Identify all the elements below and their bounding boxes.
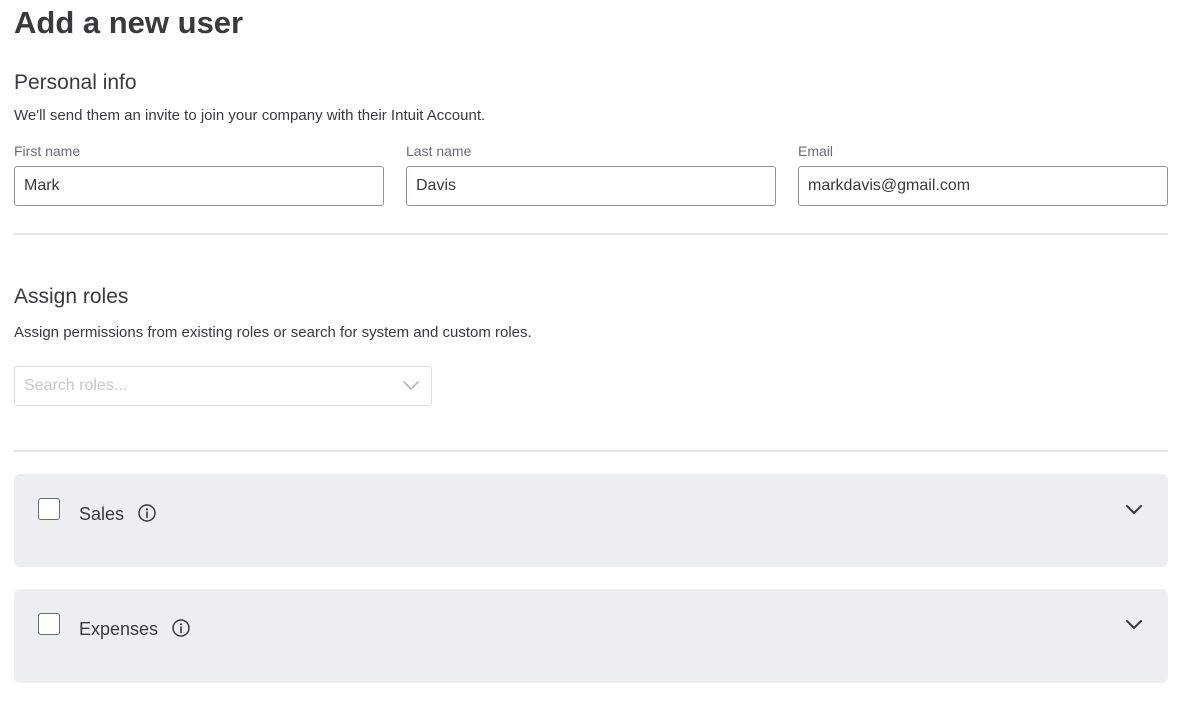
search-roles-combobox — [14, 366, 432, 406]
assign-roles-title: Assign roles — [14, 285, 129, 308]
last-name-field-group: Last name — [406, 142, 776, 206]
email-field-group: Email — [798, 142, 1168, 206]
personal-info-description: We'll send them an invite to join your c… — [14, 107, 486, 124]
personal-info-title: Personal info — [14, 71, 137, 94]
chevron-down-icon[interactable] — [402, 378, 420, 394]
name-email-row: First name Last name Email — [14, 142, 1168, 206]
assign-roles-description: Assign permissions from existing roles o… — [14, 324, 532, 341]
first-name-field-group: First name — [14, 142, 384, 206]
role-label: Sales — [79, 504, 125, 524]
expenses-checkbox[interactable] — [38, 613, 60, 635]
personal-info-section: Personal info We'll send them an invite … — [14, 70, 1168, 206]
last-name-label: Last name — [406, 143, 472, 159]
role-name-sales: Sales — [79, 503, 157, 525]
section-divider — [14, 233, 1168, 235]
role-card-sales: Sales — [14, 474, 1168, 567]
role-name-expenses: Expenses — [79, 618, 191, 640]
last-name-input[interactable] — [406, 166, 776, 206]
email-label: Email — [798, 143, 834, 159]
info-icon[interactable] — [171, 618, 191, 638]
email-input[interactable] — [798, 166, 1168, 206]
first-name-input[interactable] — [14, 166, 384, 206]
section-divider — [14, 450, 1168, 452]
info-icon[interactable] — [137, 503, 157, 523]
sales-checkbox[interactable] — [38, 498, 60, 520]
chevron-down-icon[interactable] — [1124, 502, 1144, 518]
role-label: Expenses — [79, 619, 159, 639]
first-name-label: First name — [14, 143, 81, 159]
add-user-page: Add a new user Personal info We'll send … — [0, 0, 1183, 683]
role-card-expenses: Expenses — [14, 589, 1168, 683]
chevron-down-icon[interactable] — [1124, 617, 1144, 633]
assign-roles-section: Assign roles Assign permissions from exi… — [14, 284, 1168, 406]
page-title: Add a new user — [14, 5, 244, 40]
search-roles-input[interactable] — [14, 366, 432, 406]
